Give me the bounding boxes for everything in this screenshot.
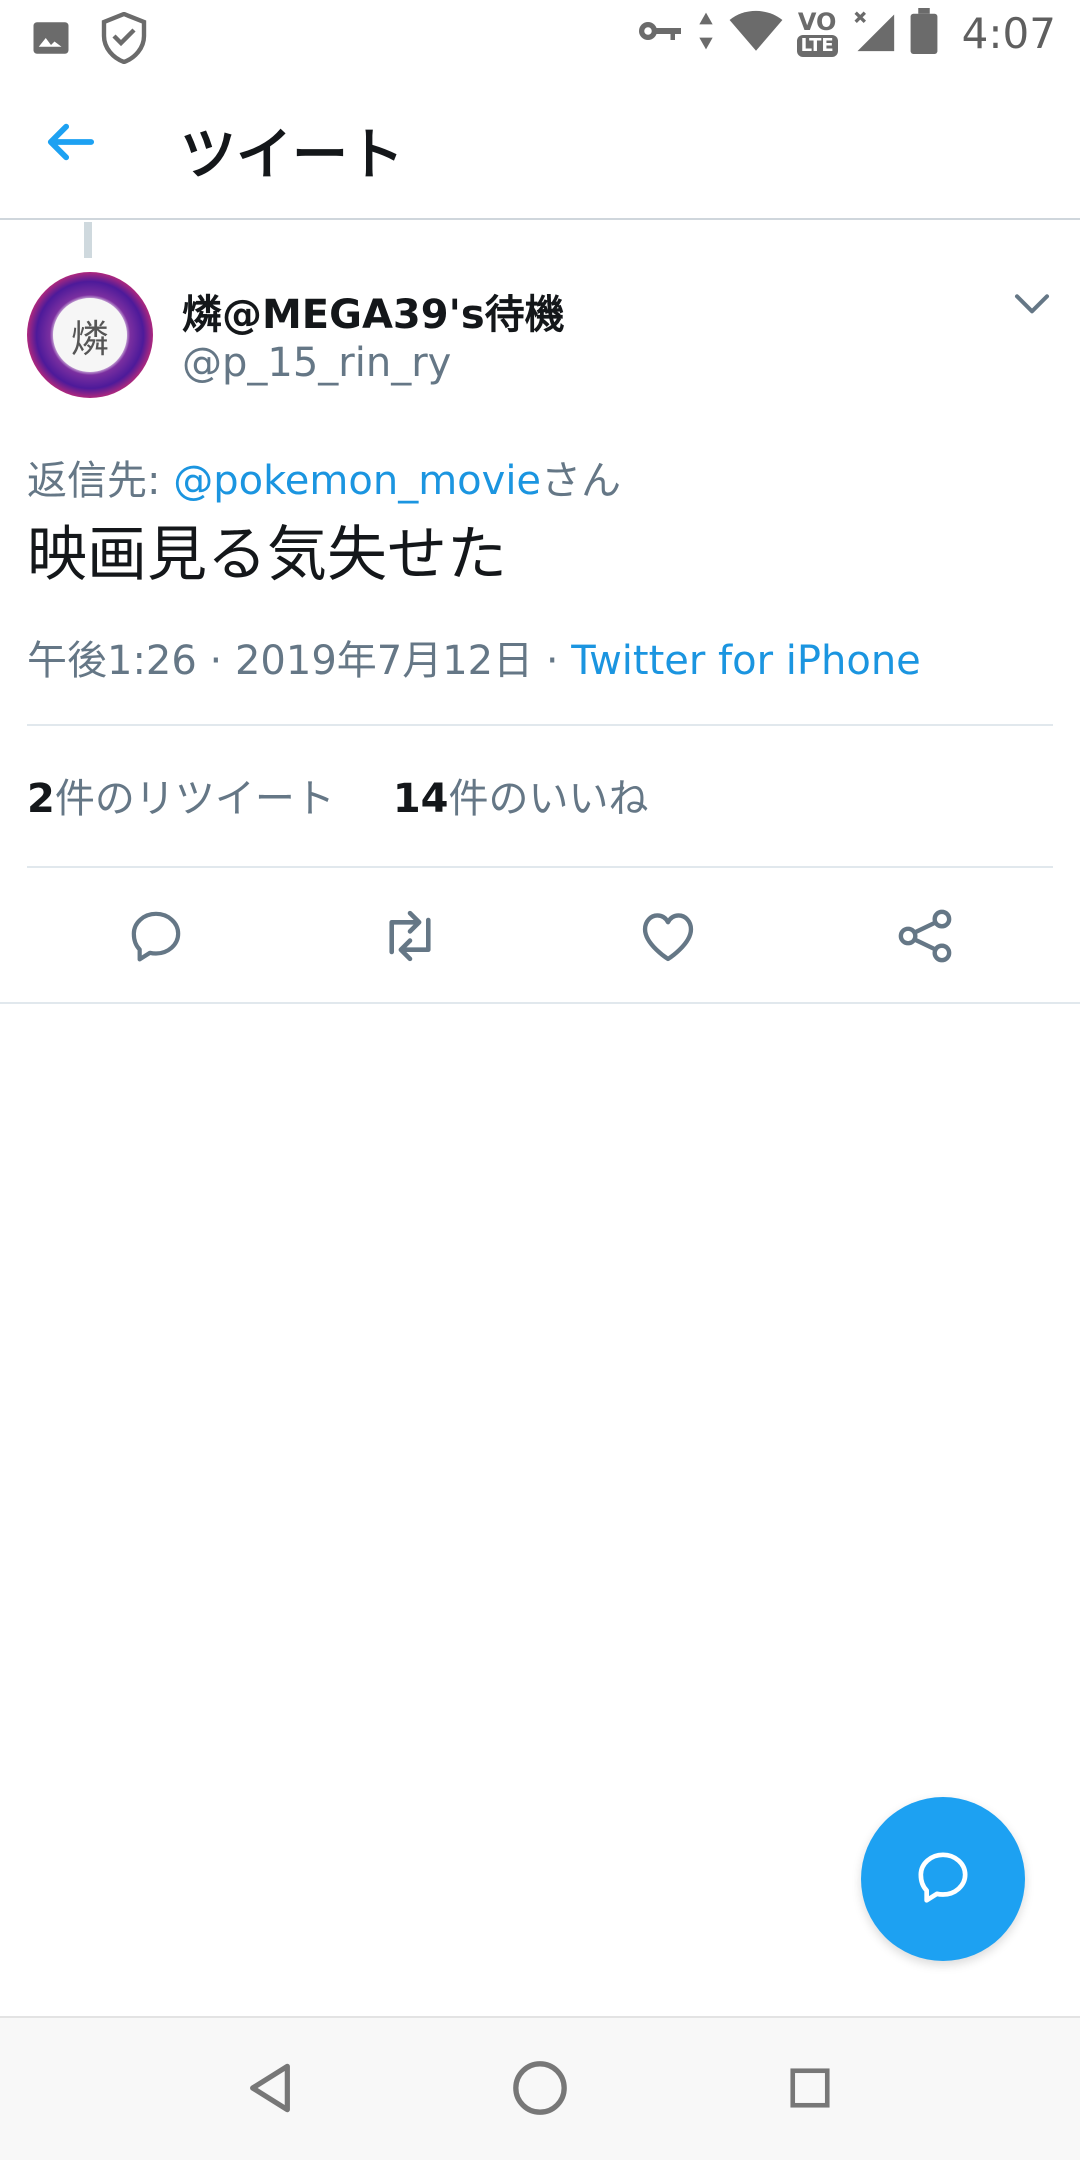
nav-back-button[interactable] xyxy=(238,2058,302,2122)
user-handle[interactable]: @p_15_rin_ry xyxy=(182,340,451,386)
reply-prefix: 返信先: xyxy=(27,458,174,504)
wifi-icon xyxy=(729,9,783,57)
avatar[interactable]: 燐 xyxy=(27,272,153,398)
key-icon xyxy=(637,16,683,50)
tweet-text: 映画見る気失せた xyxy=(27,520,507,590)
retweets-stat[interactable]: 2件のリツイート xyxy=(27,766,335,824)
status-bar: VO LTE 4:07 xyxy=(0,0,1080,72)
status-time: 4:07 xyxy=(961,8,1056,58)
divider xyxy=(27,866,1053,868)
page-title: ツイート xyxy=(180,123,404,188)
avatar-text: 燐 xyxy=(53,298,127,372)
divider xyxy=(0,1002,1080,1004)
retweet-icon xyxy=(378,908,442,968)
shield-check-icon xyxy=(100,11,148,68)
reply-button[interactable] xyxy=(124,906,188,970)
square-recents-icon xyxy=(787,2065,833,2115)
likes-stat[interactable]: 14件のいいね xyxy=(393,766,649,824)
reply-suffix: さん xyxy=(541,458,622,504)
reply-icon xyxy=(127,908,185,968)
tweet-source-link[interactable]: Twitter for iPhone xyxy=(571,638,921,684)
battery-icon xyxy=(910,8,938,58)
arrow-left-icon xyxy=(45,122,95,166)
tweet-stats: 2件のリツイート 14件のいいね xyxy=(27,766,707,824)
divider xyxy=(27,724,1053,726)
nav-recents-button[interactable] xyxy=(778,2058,842,2122)
share-icon xyxy=(896,907,954,969)
share-button[interactable] xyxy=(893,906,957,970)
tweet-actions xyxy=(0,870,1080,1000)
back-button[interactable] xyxy=(34,108,106,180)
thread-line xyxy=(84,222,92,258)
system-nav-bar xyxy=(0,2016,1080,2160)
tweet-meta: 午後1:26 · 2019年7月12日 · Twitter for iPhone xyxy=(27,628,921,686)
chevron-down-icon[interactable] xyxy=(1012,286,1052,320)
retweets-count: 2 xyxy=(27,776,55,822)
data-arrows-icon xyxy=(697,11,715,55)
app-bar: ツイート xyxy=(0,72,1080,220)
tweet-time: 午後1:26 · 2019年7月12日 · xyxy=(27,638,572,684)
reply-icon xyxy=(915,1849,971,1909)
retweet-button[interactable] xyxy=(378,906,442,970)
like-icon xyxy=(639,909,697,967)
reply-to: 返信先: @pokemon_movieさん xyxy=(27,448,621,506)
like-button[interactable] xyxy=(636,906,700,970)
likes-count: 14 xyxy=(392,776,449,822)
volte-icon: VO LTE xyxy=(796,8,838,57)
nav-home-button[interactable] xyxy=(508,2058,572,2122)
retweets-label: 件のリツイート xyxy=(54,776,335,822)
signal-icon xyxy=(852,9,896,57)
compose-reply-button[interactable] xyxy=(861,1797,1025,1961)
reply-mention-link[interactable]: @pokemon_movie xyxy=(173,458,541,504)
circle-home-icon xyxy=(511,2059,569,2121)
user-name[interactable]: 燐@MEGA39's待機 xyxy=(182,282,565,340)
likes-label: 件のいいね xyxy=(448,776,649,822)
triangle-back-icon xyxy=(246,2062,294,2118)
image-icon xyxy=(30,17,72,63)
